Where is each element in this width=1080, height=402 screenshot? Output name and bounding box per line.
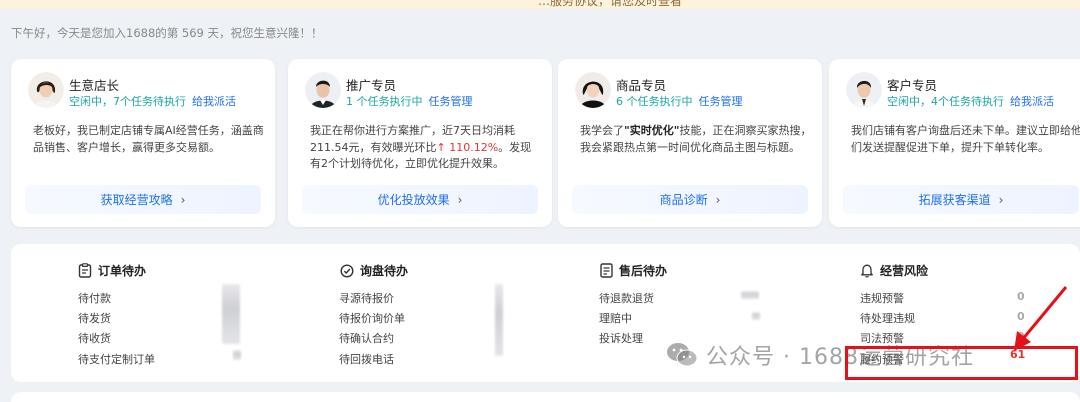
- aftersale-todo-title: 售后待办: [600, 262, 667, 279]
- column-title: 询盘待办: [360, 264, 409, 278]
- risk-title: 经营风险: [860, 262, 928, 279]
- agent-description: 我学会了"实时优化"技能，正在洞察买家热搜，我会紧跟热点第一时间优化商品主图与标…: [580, 123, 812, 156]
- avatar-promotion: [305, 72, 341, 108]
- agent-description: 我们店铺有客户询盘后还未下单。建议立即给他们发送提醒促进下单，提升下单转化率。: [851, 124, 1080, 154]
- button-label: 获取经营攻略: [100, 193, 173, 207]
- clipboard-icon: [78, 263, 92, 278]
- assign-task-link[interactable]: 给我派活: [192, 95, 236, 108]
- button-label: 商品诊断: [659, 193, 708, 207]
- check-circle-icon: [340, 263, 354, 278]
- chevron-right-icon: ›: [457, 192, 463, 207]
- agent-description: 老板好，我已制定店铺专属AI经营任务，涵盖商品销售、客户增长，赢得更多交易额。: [33, 124, 264, 154]
- assign-task-link[interactable]: 给我派活: [1010, 95, 1054, 108]
- blurred-count: [495, 284, 503, 356]
- wechat-icon: [667, 343, 698, 367]
- task-manage-link[interactable]: 任务管理: [699, 95, 743, 108]
- top-notice-banner: …服务协议，请您及时查看: [0, 0, 1080, 9]
- todo-pending-custom-order[interactable]: 待支付定制订单: [78, 351, 155, 367]
- agent-status-line: 空闲中，7个任务待执行 给我派活: [69, 93, 236, 109]
- todo-confirm-contract[interactable]: 待确认合约: [339, 330, 394, 346]
- todo-claims[interactable]: 理赔中: [599, 310, 632, 326]
- bell-icon: [861, 264, 873, 278]
- button-label: 优化投放效果: [377, 193, 450, 207]
- column-title: 经营风险: [880, 264, 929, 278]
- get-strategy-button[interactable]: 获取经营攻略 ›: [25, 185, 261, 214]
- agent-name: 推广专员: [346, 78, 397, 93]
- optimize-ads-button[interactable]: 优化投放效果 ›: [302, 185, 538, 214]
- agent-card-customer: 客户专员 空闲中，4个任务待执行 给我派活 我们店铺有客户询盘后还未下单。建议立即…: [829, 59, 1080, 227]
- agent-name: 客户专员: [887, 78, 938, 93]
- todo-pending-payment[interactable]: 待付款: [78, 290, 111, 306]
- product-diagnosis-button[interactable]: 商品诊断 ›: [572, 185, 808, 214]
- agent-name: 生意店长: [69, 78, 120, 93]
- orders-todo-title: 订单待办: [78, 262, 146, 279]
- blurred-count: [741, 291, 759, 299]
- todo-pending-receipt[interactable]: 待收货: [78, 330, 111, 346]
- growth-rate: ↑ 110.12%: [436, 140, 499, 154]
- blurred-count: [233, 350, 241, 360]
- blurred-count: [222, 284, 240, 344]
- agent-description: 我正在帮你进行方案推广，近7天日均消耗211.54元，有效曝光环比↑ 110.1…: [310, 123, 542, 173]
- todo-sourcing-quote[interactable]: 寻源待报价: [339, 290, 394, 306]
- next-panel-edge: [11, 392, 1080, 402]
- blurred-count: [752, 312, 760, 320]
- chevron-right-icon: ›: [180, 192, 186, 207]
- task-manage-link[interactable]: 任务管理: [429, 95, 473, 108]
- risk-violation-warning[interactable]: 违规预警: [860, 290, 904, 306]
- arrow-annotation-icon: [1014, 286, 1068, 351]
- todo-quote-request[interactable]: 待报价询价单: [339, 310, 405, 326]
- todo-complaints[interactable]: 投诉处理: [599, 330, 643, 346]
- chevron-right-icon: ›: [715, 192, 721, 207]
- agent-card-product: 商品专员 6 个任务执行中 任务管理 我学会了"实时优化"技能，正在洞察买家热搜，…: [558, 59, 822, 227]
- risk-pending-violation[interactable]: 待处理违规: [860, 310, 915, 326]
- skill-name: "实时优化": [624, 124, 680, 137]
- button-label: 拓展获客渠道: [918, 193, 991, 207]
- expand-channels-button[interactable]: 拓展获客渠道 ›: [843, 185, 1079, 214]
- agent-status: 6 个任务执行中: [616, 95, 693, 108]
- todo-refund-return[interactable]: 待退款退货: [599, 290, 654, 306]
- todo-callback[interactable]: 待回拨电话: [339, 351, 394, 367]
- top-notice-text: …服务协议，请您及时查看: [538, 0, 683, 8]
- avatar-product: [575, 72, 611, 108]
- agent-status: 空闲中，7个任务待执行: [69, 95, 186, 108]
- avatar-customer: [846, 72, 882, 108]
- document-icon: [600, 263, 613, 278]
- inquiry-todo-title: 询盘待办: [340, 262, 408, 279]
- agent-card-shop-manager: 生意店长 空闲中，7个任务待执行 给我派活 老板好，我已制定店铺专属AI经营任务，…: [11, 59, 275, 227]
- column-title: 售后待办: [619, 264, 668, 278]
- chevron-right-icon: ›: [998, 192, 1004, 207]
- agent-status: 1 个任务执行中: [346, 95, 423, 108]
- agent-name: 商品专员: [616, 78, 667, 93]
- column-title: 订单待办: [98, 264, 147, 278]
- agent-status-line: 空闲中，4个任务待执行 给我派活: [887, 93, 1054, 109]
- todo-pending-shipment[interactable]: 待发货: [78, 310, 111, 326]
- agent-status-line: 6 个任务执行中 任务管理: [616, 93, 743, 109]
- greeting-text: 下午好，今天是您加入1688的第 569 天，祝您生意兴隆！！: [11, 26, 323, 40]
- agent-status: 空闲中，4个任务待执行: [887, 95, 1004, 108]
- agent-card-promotion: 推广专员 1 个任务执行中 任务管理 我正在帮你进行方案推广，近7天日均消耗211…: [288, 59, 552, 227]
- desc-text: 我学会了: [580, 124, 624, 137]
- avatar-shop-manager: [28, 72, 64, 108]
- agent-status-line: 1 个任务执行中 任务管理: [346, 93, 473, 109]
